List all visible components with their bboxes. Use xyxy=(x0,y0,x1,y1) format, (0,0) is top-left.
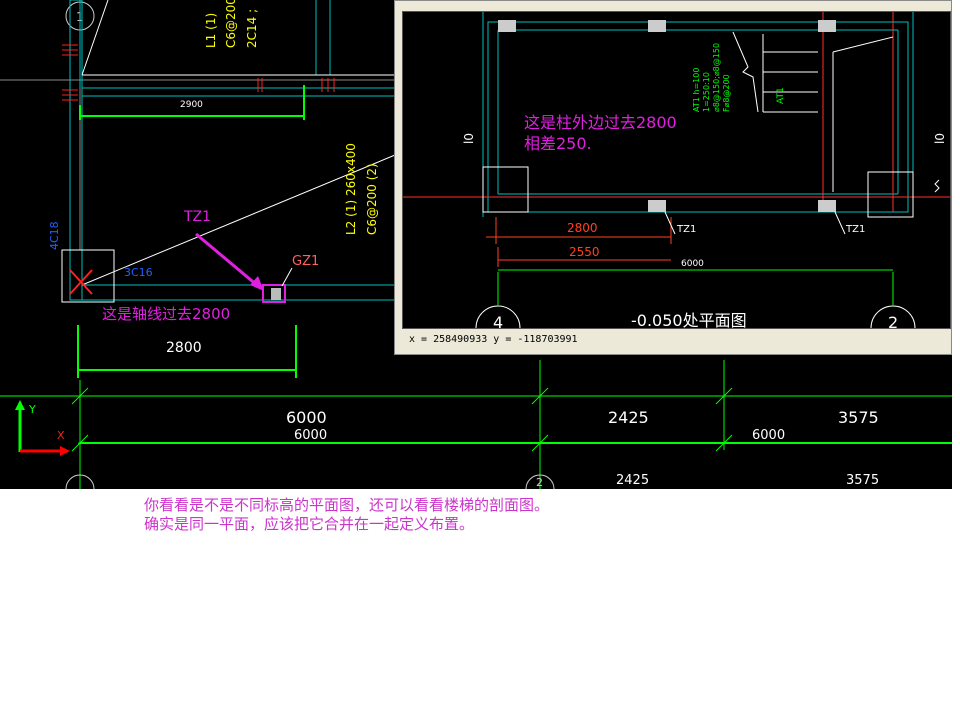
caption-line1: 你看看是不是不同标高的平面图，还可以看看楼梯的剖面图。 xyxy=(144,496,550,514)
dim-2425-upper: 2425 xyxy=(608,408,649,427)
ucs-y-arrow xyxy=(15,400,25,410)
popup-tz1-b: TZ1 xyxy=(845,224,865,235)
popup-tz1-b-leader xyxy=(834,211,846,235)
tz1-label: TZ1 xyxy=(183,209,211,225)
dim-row-upper xyxy=(0,360,952,489)
dim-2425-lower: 2425 xyxy=(616,473,649,488)
column-rebar-label: 3C16 xyxy=(124,266,153,279)
popup-stair-rebar-3: ⌀8@150;⌀8@150 xyxy=(712,43,721,112)
popup-side-mark-right: l0 xyxy=(933,133,947,144)
tz1-column[interactable] xyxy=(271,288,281,300)
ucs-x-arrow xyxy=(60,446,70,456)
popup-stair-label: AT1 xyxy=(776,87,786,104)
gz1-leader xyxy=(281,267,293,287)
popup-column-box-left xyxy=(482,166,529,213)
popup-stair-rebar-1: AT1 h=100 xyxy=(692,68,701,112)
popup-dim-2550: 2550 xyxy=(569,245,600,259)
grid-bubble-bottom-label: 2 xyxy=(536,476,543,489)
popup-bubble-right-label: 2 xyxy=(888,313,898,328)
beam-label-l2: L2 (1) 260x400 xyxy=(344,143,358,235)
ucs-x-label: X xyxy=(57,429,65,442)
popup-drawing-frame[interactable]: AT1 h=100 1=250:10 ⌀8@150;⌀8@150 F⌀8@200… xyxy=(402,11,951,329)
popup-stair xyxy=(732,31,894,192)
popup-dim-2800: 2800 xyxy=(567,221,598,235)
annotation-axis: 这是轴线过去2800 xyxy=(102,305,230,323)
popup-bubble-left-label: 4 xyxy=(493,313,503,328)
popup-stair-rebar-2: 1=250:10 xyxy=(702,72,711,112)
left-rebar-label: 4C18 xyxy=(48,221,61,250)
ucs-y-label: Y xyxy=(28,403,36,416)
dim-6000-upper: 6000 xyxy=(286,408,327,427)
popup-annotation-line1: 这是柱外边过去2800 xyxy=(524,113,677,132)
popup-tz1-a-leader xyxy=(664,211,676,235)
dim-3575-lower: 3575 xyxy=(846,473,879,488)
gz1-label: GZ1 xyxy=(292,254,319,269)
popup-coordinate-status: x = 258490933 y = -118703991 xyxy=(409,334,578,345)
tz1-arrow-head xyxy=(250,276,264,291)
popup-viewer-window[interactable]: AT1 h=100 1=250:10 ⌀8@150;⌀8@150 F⌀8@200… xyxy=(394,0,952,355)
dim-6000-right: 6000 xyxy=(752,428,785,443)
dim-2800-text: 2800 xyxy=(166,340,202,356)
dim-3575-upper: 3575 xyxy=(838,408,879,427)
stair-lines xyxy=(81,0,396,286)
beam-label-l1-rebar: C6@200 xyxy=(224,0,238,48)
popup-stair-rebar-4: F⌀8@200 xyxy=(722,74,731,112)
popup-annotation-line2: 相差250. xyxy=(524,134,592,153)
beam-label-l2-rebar: C6@200 (2) xyxy=(365,163,379,235)
caption: 你看看是不是不同标高的平面图，还可以看看楼梯的剖面图。 确实是同一平面，应该把它… xyxy=(144,496,549,534)
wall-hatch xyxy=(62,44,335,101)
popup-title: -0.050处平面图 xyxy=(631,311,747,328)
popup-drawing-svg[interactable]: AT1 h=100 1=250:10 ⌀8@150;⌀8@150 F⌀8@200… xyxy=(403,12,950,328)
popup-break-mark xyxy=(934,179,940,193)
caption-line2: 确实是同一平面，应该把它合并在一起定义布置。 xyxy=(144,515,475,533)
tz1-arrow xyxy=(195,232,259,288)
beam-label-l1-bars: 2C14 ; xyxy=(245,9,259,48)
popup-dim-6000: 6000 xyxy=(681,259,704,269)
dim-6000-lower: 6000 xyxy=(294,428,327,443)
beam-label-l1: L1 (1) xyxy=(204,13,218,48)
popup-side-mark-left: l0 xyxy=(462,133,476,144)
dim-2900-text: 2900 xyxy=(180,100,203,110)
popup-tz1-a: TZ1 xyxy=(676,224,696,235)
